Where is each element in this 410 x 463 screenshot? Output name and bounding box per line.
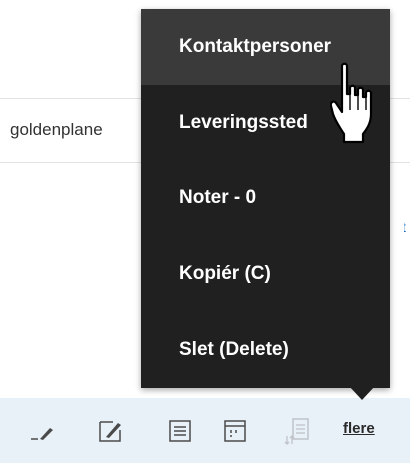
split-view-icon [224, 420, 246, 442]
menu-item-label: Leveringssted [179, 111, 308, 133]
hand-cursor-icon [330, 62, 373, 144]
customer-email-text: goldenplane [10, 120, 103, 139]
edit-line-button[interactable] [26, 416, 58, 446]
sort-list-button[interactable] [281, 416, 313, 446]
menu-item-notes[interactable]: Noter - 0 [141, 161, 390, 237]
menu-item-label: Slet (Delete) [179, 339, 289, 361]
cut-off-link-text[interactable]: t [404, 219, 410, 239]
menu-item-label: Kontaktpersoner [179, 35, 332, 57]
menu-item-copy[interactable]: Kopiér (C) [141, 236, 390, 312]
sort-list-icon [284, 418, 309, 445]
more-actions-link[interactable]: flere [343, 420, 375, 437]
menu-pointer-caret [349, 386, 375, 400]
menu-item-delete[interactable]: Slet (Delete) [141, 312, 390, 388]
menu-item-label: Kopiér (C) [179, 263, 271, 285]
edit-box-button[interactable] [95, 416, 127, 446]
list-view-icon [169, 420, 191, 442]
menu-item-label: Noter - 0 [179, 187, 257, 209]
split-view-button[interactable] [219, 416, 251, 446]
edit-box-icon [99, 421, 121, 442]
edit-line-icon [31, 428, 53, 440]
list-view-button[interactable] [164, 416, 196, 446]
action-toolbar: flere [0, 398, 410, 463]
